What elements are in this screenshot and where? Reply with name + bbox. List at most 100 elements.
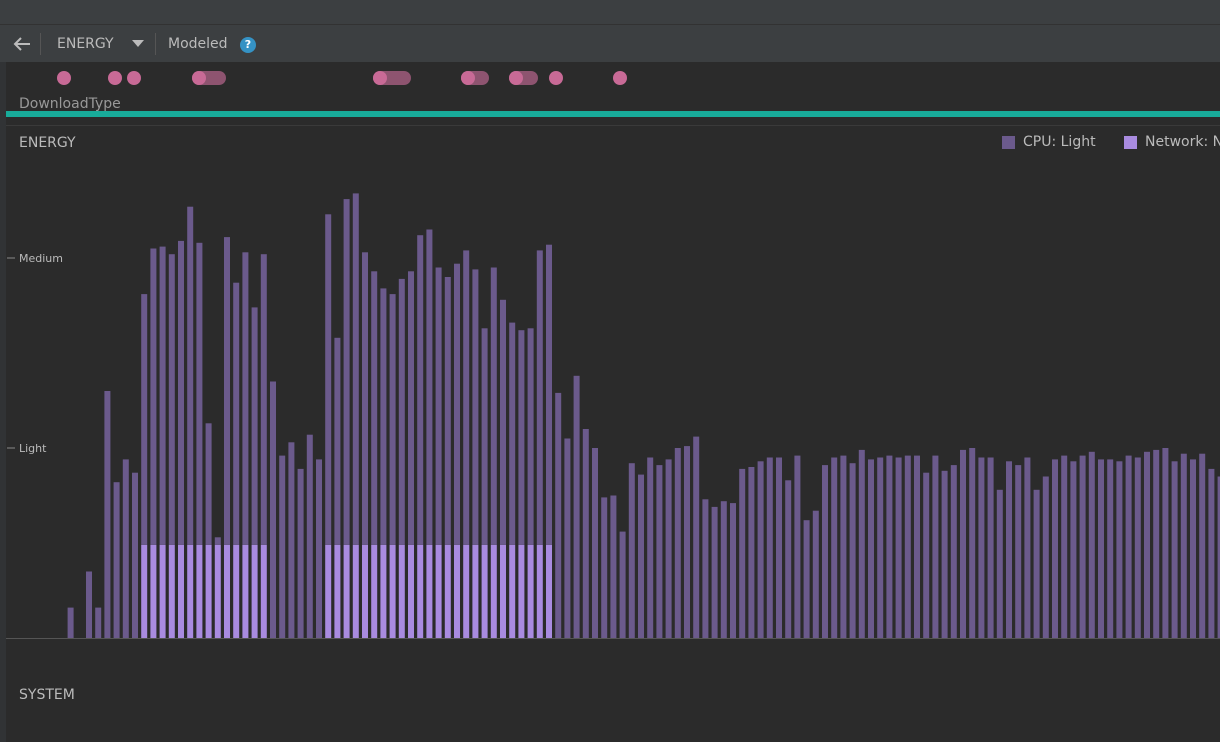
bar-network bbox=[187, 544, 194, 638]
download-type-bar[interactable] bbox=[6, 111, 1220, 117]
bar-cpu bbox=[67, 607, 74, 638]
event-pill[interactable] bbox=[373, 71, 411, 85]
bar-cpu bbox=[684, 446, 690, 638]
bar-cpu bbox=[628, 463, 635, 638]
bar-cpu bbox=[463, 250, 470, 545]
energy-dropdown[interactable]: ENERGY bbox=[44, 25, 148, 63]
bar-cpu bbox=[1052, 459, 1058, 638]
bar-cpu bbox=[1144, 451, 1150, 638]
bar-cpu bbox=[803, 520, 810, 638]
bar-cpu bbox=[555, 392, 562, 638]
bar-cpu bbox=[546, 244, 552, 545]
bar-cpu bbox=[233, 282, 240, 545]
system-panel-title: SYSTEM bbox=[19, 687, 75, 703]
event-dot[interactable] bbox=[127, 71, 141, 85]
modeled-label: Modeled bbox=[168, 36, 228, 52]
event-dot[interactable] bbox=[57, 71, 71, 85]
energy-chart[interactable]: Light Medium bbox=[0, 126, 1220, 642]
bar-network bbox=[408, 544, 414, 638]
bar-cpu bbox=[398, 278, 405, 545]
bar-cpu bbox=[573, 375, 580, 638]
bar-cpu bbox=[693, 436, 700, 638]
bar-cpu bbox=[1098, 459, 1104, 638]
bar-cpu bbox=[932, 455, 939, 638]
bar-cpu bbox=[380, 288, 387, 545]
bar-network bbox=[205, 544, 212, 638]
bar-cpu bbox=[978, 457, 985, 638]
bar-cpu bbox=[270, 381, 276, 638]
question-circle-icon[interactable]: ? bbox=[240, 37, 256, 53]
bar-cpu bbox=[389, 294, 396, 545]
bar-cpu bbox=[86, 571, 92, 638]
bar-cpu bbox=[518, 330, 525, 545]
bar-cpu bbox=[1134, 457, 1141, 638]
event-dot[interactable] bbox=[613, 71, 627, 85]
bar-cpu bbox=[1107, 459, 1114, 638]
bar-cpu bbox=[601, 497, 608, 638]
title-bar bbox=[0, 0, 1220, 24]
bar-cpu bbox=[886, 455, 893, 638]
bar-network bbox=[325, 544, 332, 638]
bar-network bbox=[518, 544, 525, 638]
bar-cpu bbox=[730, 503, 736, 638]
bar-cpu bbox=[1116, 461, 1123, 638]
download-type-lane: DownloadType bbox=[6, 62, 1220, 126]
bar-cpu bbox=[371, 271, 378, 545]
bar-network bbox=[435, 544, 442, 638]
event-dot[interactable] bbox=[108, 71, 122, 85]
bar-cpu bbox=[242, 252, 249, 545]
event-pill[interactable] bbox=[461, 71, 489, 85]
y-tick-label: Medium bbox=[19, 252, 63, 265]
bar-cpu bbox=[527, 328, 534, 545]
bar-cpu bbox=[564, 438, 571, 638]
bar-cpu bbox=[996, 489, 1003, 638]
event-pill[interactable] bbox=[509, 71, 538, 85]
bar-cpu bbox=[325, 214, 332, 545]
bar-cpu bbox=[904, 455, 911, 638]
bar-network bbox=[168, 544, 175, 638]
bar-cpu bbox=[1199, 453, 1206, 638]
bar-cpu bbox=[178, 240, 184, 545]
bar-cpu bbox=[720, 501, 727, 638]
back-button[interactable] bbox=[8, 25, 36, 63]
download-type-label: DownloadType bbox=[19, 96, 121, 112]
bar-network bbox=[536, 544, 543, 638]
bar-cpu bbox=[297, 468, 304, 638]
bar-cpu bbox=[334, 337, 341, 545]
bar-cpu bbox=[168, 254, 175, 545]
bar-cpu bbox=[1208, 468, 1215, 638]
bar-cpu bbox=[1024, 457, 1031, 638]
bar-network bbox=[398, 544, 405, 638]
bar-network bbox=[242, 544, 249, 638]
bar-cpu bbox=[1033, 489, 1040, 638]
bar-cpu bbox=[260, 254, 267, 545]
event-dot[interactable] bbox=[549, 71, 563, 85]
bar-cpu bbox=[251, 307, 258, 545]
bar-cpu bbox=[1061, 455, 1068, 638]
bar-cpu bbox=[638, 474, 644, 638]
toolbar-separator bbox=[40, 33, 41, 55]
bar-network bbox=[233, 544, 240, 638]
triangle-down-icon bbox=[132, 40, 144, 47]
bar-cpu bbox=[224, 237, 230, 545]
bar-cpu bbox=[1190, 459, 1196, 638]
bar-cpu bbox=[812, 510, 819, 638]
bar-cpu bbox=[316, 459, 322, 638]
dropdown-value: ENERGY bbox=[57, 36, 114, 52]
bar-cpu bbox=[914, 455, 920, 638]
bar-network bbox=[224, 544, 230, 638]
bar-cpu bbox=[610, 495, 617, 638]
bar-cpu bbox=[122, 459, 129, 638]
bar-cpu bbox=[205, 423, 212, 545]
bar-cpu bbox=[1162, 448, 1169, 638]
bar-cpu bbox=[104, 391, 111, 638]
bar-cpu bbox=[159, 246, 166, 545]
bar-cpu bbox=[362, 252, 368, 545]
bar-network bbox=[352, 544, 359, 638]
bar-network bbox=[150, 544, 157, 638]
event-pill[interactable] bbox=[192, 71, 226, 85]
bar-cpu bbox=[1171, 461, 1178, 638]
bar-cpu bbox=[306, 434, 313, 638]
bar-cpu bbox=[941, 470, 948, 638]
bar-network bbox=[389, 544, 396, 638]
